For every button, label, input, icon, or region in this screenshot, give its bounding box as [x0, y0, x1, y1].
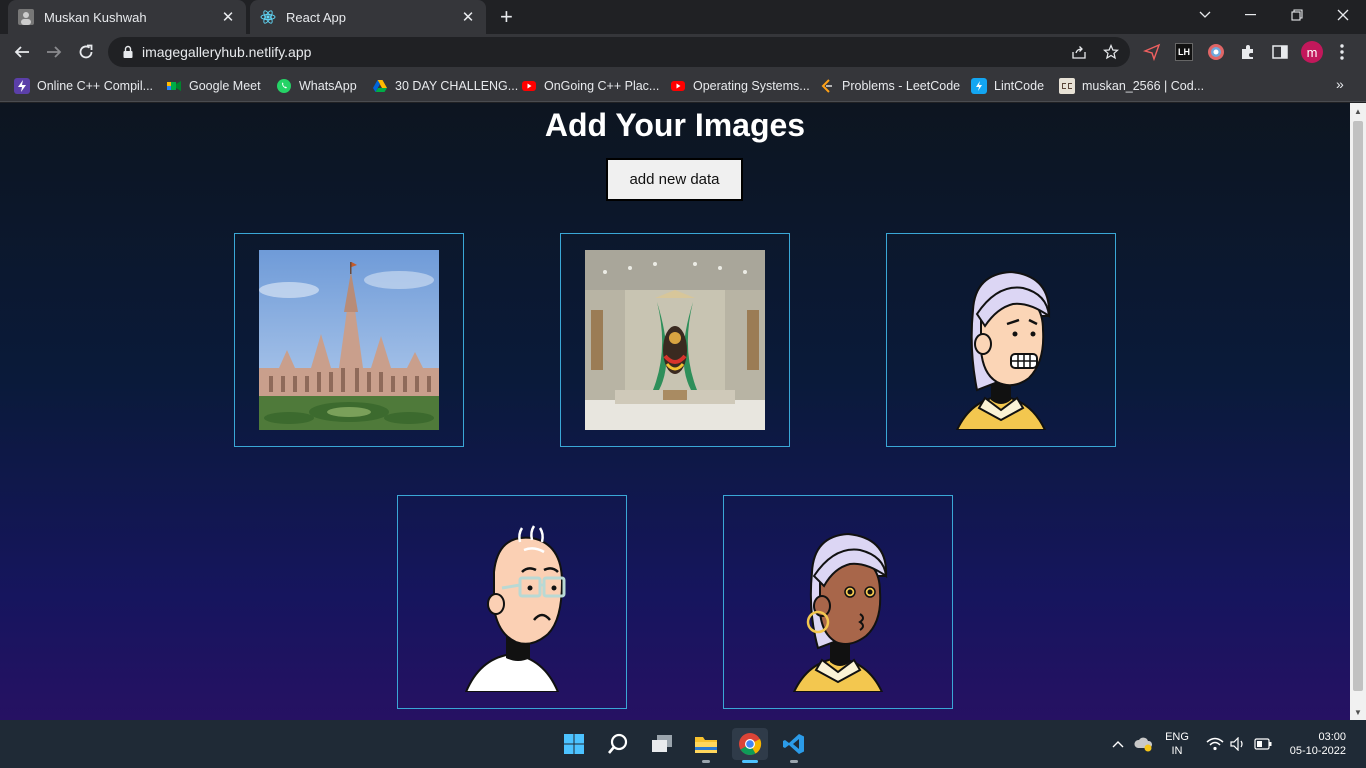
wifi-icon[interactable]: [1206, 720, 1224, 768]
lighthouse-extension-icon[interactable]: LH: [1175, 43, 1193, 61]
scroll-thumb[interactable]: [1353, 121, 1363, 691]
gallery-card[interactable]: [397, 495, 627, 709]
gallery-card[interactable]: [723, 495, 953, 709]
tab-strip: Muskan Kushwah ✕ React App ✕ +: [0, 0, 1366, 34]
bookmark-operating-systems[interactable]: Operating Systems...: [670, 76, 810, 96]
scroll-up-arrow-icon[interactable]: ▲: [1350, 103, 1366, 119]
bookmark-leetcode-problems[interactable]: Problems - LeetCode: [819, 76, 960, 96]
gallery-image-bald-glasses-character: [422, 512, 602, 692]
tab-muskan-kushwah[interactable]: Muskan Kushwah ✕: [8, 0, 246, 34]
restore-icon[interactable]: [1274, 0, 1320, 30]
active-indicator: [742, 760, 758, 763]
lightning-icon: [14, 78, 30, 94]
gallery-card[interactable]: [560, 233, 790, 447]
minimize-icon[interactable]: [1228, 0, 1274, 30]
tab-close-icon[interactable]: ✕: [460, 8, 476, 26]
onedrive-cloud-icon[interactable]: [1134, 720, 1154, 768]
clock[interactable]: 03:00 05-10-2022: [1280, 730, 1346, 758]
youtube-icon: [670, 78, 686, 94]
tab-search-chevron-icon[interactable]: [1182, 0, 1228, 30]
bookmark-star-icon[interactable]: [1103, 44, 1119, 60]
file-explorer-icon[interactable]: [688, 728, 724, 763]
search-icon[interactable]: [600, 728, 636, 760]
send-arrow-extension-icon[interactable]: [1143, 43, 1161, 61]
color-picker-extension-icon[interactable]: [1207, 43, 1225, 61]
gallery-image-grimacing-character: [911, 250, 1091, 430]
more-bookmarks-chevron-icon[interactable]: »: [1336, 76, 1344, 92]
kebab-menu-icon[interactable]: [1338, 42, 1346, 62]
browser-toolbar: imagegalleryhub.netlify.app LH m: [0, 34, 1366, 70]
tab-close-icon[interactable]: ✕: [220, 8, 236, 26]
running-indicator: [702, 760, 710, 763]
add-new-data-button[interactable]: add new data: [606, 158, 743, 201]
bookmark-online-cpp-compiler[interactable]: Online C++ Compil...: [14, 76, 153, 96]
lintcode-icon: [971, 78, 987, 94]
leetcode-icon: [819, 78, 835, 94]
url-text: imagegalleryhub.netlify.app: [142, 44, 312, 60]
share-icon[interactable]: [1071, 44, 1087, 60]
react-logo-icon: [260, 10, 276, 24]
gallery-card[interactable]: [886, 233, 1116, 447]
side-panel-icon[interactable]: [1271, 43, 1289, 61]
bookmark-codechef[interactable]: muskan_2566 | Cod...: [1059, 76, 1204, 96]
profile-photo-favicon-icon: [18, 9, 34, 25]
youtube-icon: [521, 78, 537, 94]
lock-icon[interactable]: [120, 44, 136, 60]
bookmarks-bar: Online C++ Compil... Google Meet WhatsAp…: [0, 70, 1366, 102]
task-view-icon[interactable]: [644, 728, 680, 760]
google-meet-icon: [166, 78, 182, 94]
bookmark-lintcode[interactable]: LintCode: [971, 76, 1044, 96]
chrome-taskbar-icon[interactable]: [732, 728, 768, 763]
bookmark-whatsapp[interactable]: WhatsApp: [276, 76, 357, 96]
tab-title: Muskan Kushwah: [44, 9, 147, 25]
bookmark-google-meet[interactable]: Google Meet: [166, 76, 261, 96]
tab-title: React App: [286, 9, 346, 25]
window-close-icon[interactable]: [1320, 0, 1366, 30]
codechef-icon: [1059, 78, 1075, 94]
whatsapp-icon: [276, 78, 292, 94]
profile-avatar[interactable]: m: [1301, 41, 1323, 63]
clock-date: 05-10-2022: [1289, 745, 1346, 757]
page-title: Add Your Images: [544, 107, 806, 143]
reload-icon[interactable]: [74, 40, 98, 64]
page-viewport: Add Your Images add new data: [0, 103, 1350, 720]
vscode-icon[interactable]: [776, 728, 812, 763]
gallery-image-shrine: [585, 250, 765, 430]
back-arrow-icon[interactable]: [10, 40, 34, 64]
bookmark-ongoing-cpp-placement[interactable]: OnGoing C++ Plac...: [521, 76, 659, 96]
volume-icon[interactable]: [1230, 720, 1246, 768]
show-hidden-icons-chevron-icon[interactable]: [1112, 720, 1124, 768]
battery-icon[interactable]: [1254, 720, 1272, 768]
extensions-puzzle-icon[interactable]: [1239, 43, 1257, 61]
forward-arrow-icon[interactable]: [42, 40, 66, 64]
bookmark-30-day-challenge[interactable]: 30 DAY CHALLENG...: [372, 76, 518, 96]
gallery-image-temple: [259, 250, 439, 430]
running-indicator: [790, 760, 798, 763]
gallery-card[interactable]: [234, 233, 464, 447]
address-bar[interactable]: imagegalleryhub.netlify.app: [108, 37, 1130, 67]
tab-react-app[interactable]: React App ✕: [250, 0, 486, 34]
windows-start-icon[interactable]: [556, 728, 592, 760]
scroll-down-arrow-icon[interactable]: ▼: [1350, 704, 1366, 720]
new-tab-plus-icon[interactable]: +: [500, 5, 513, 29]
google-drive-icon: [372, 78, 388, 94]
language-indicator[interactable]: ENG IN: [1162, 730, 1192, 758]
page-scrollbar[interactable]: ▲ ▼: [1350, 103, 1366, 720]
gallery-image-earring-character: [748, 512, 928, 692]
windows-taskbar: ENG IN 03:00 05-10-2022: [0, 720, 1366, 768]
clock-time: 03:00: [1318, 731, 1346, 743]
